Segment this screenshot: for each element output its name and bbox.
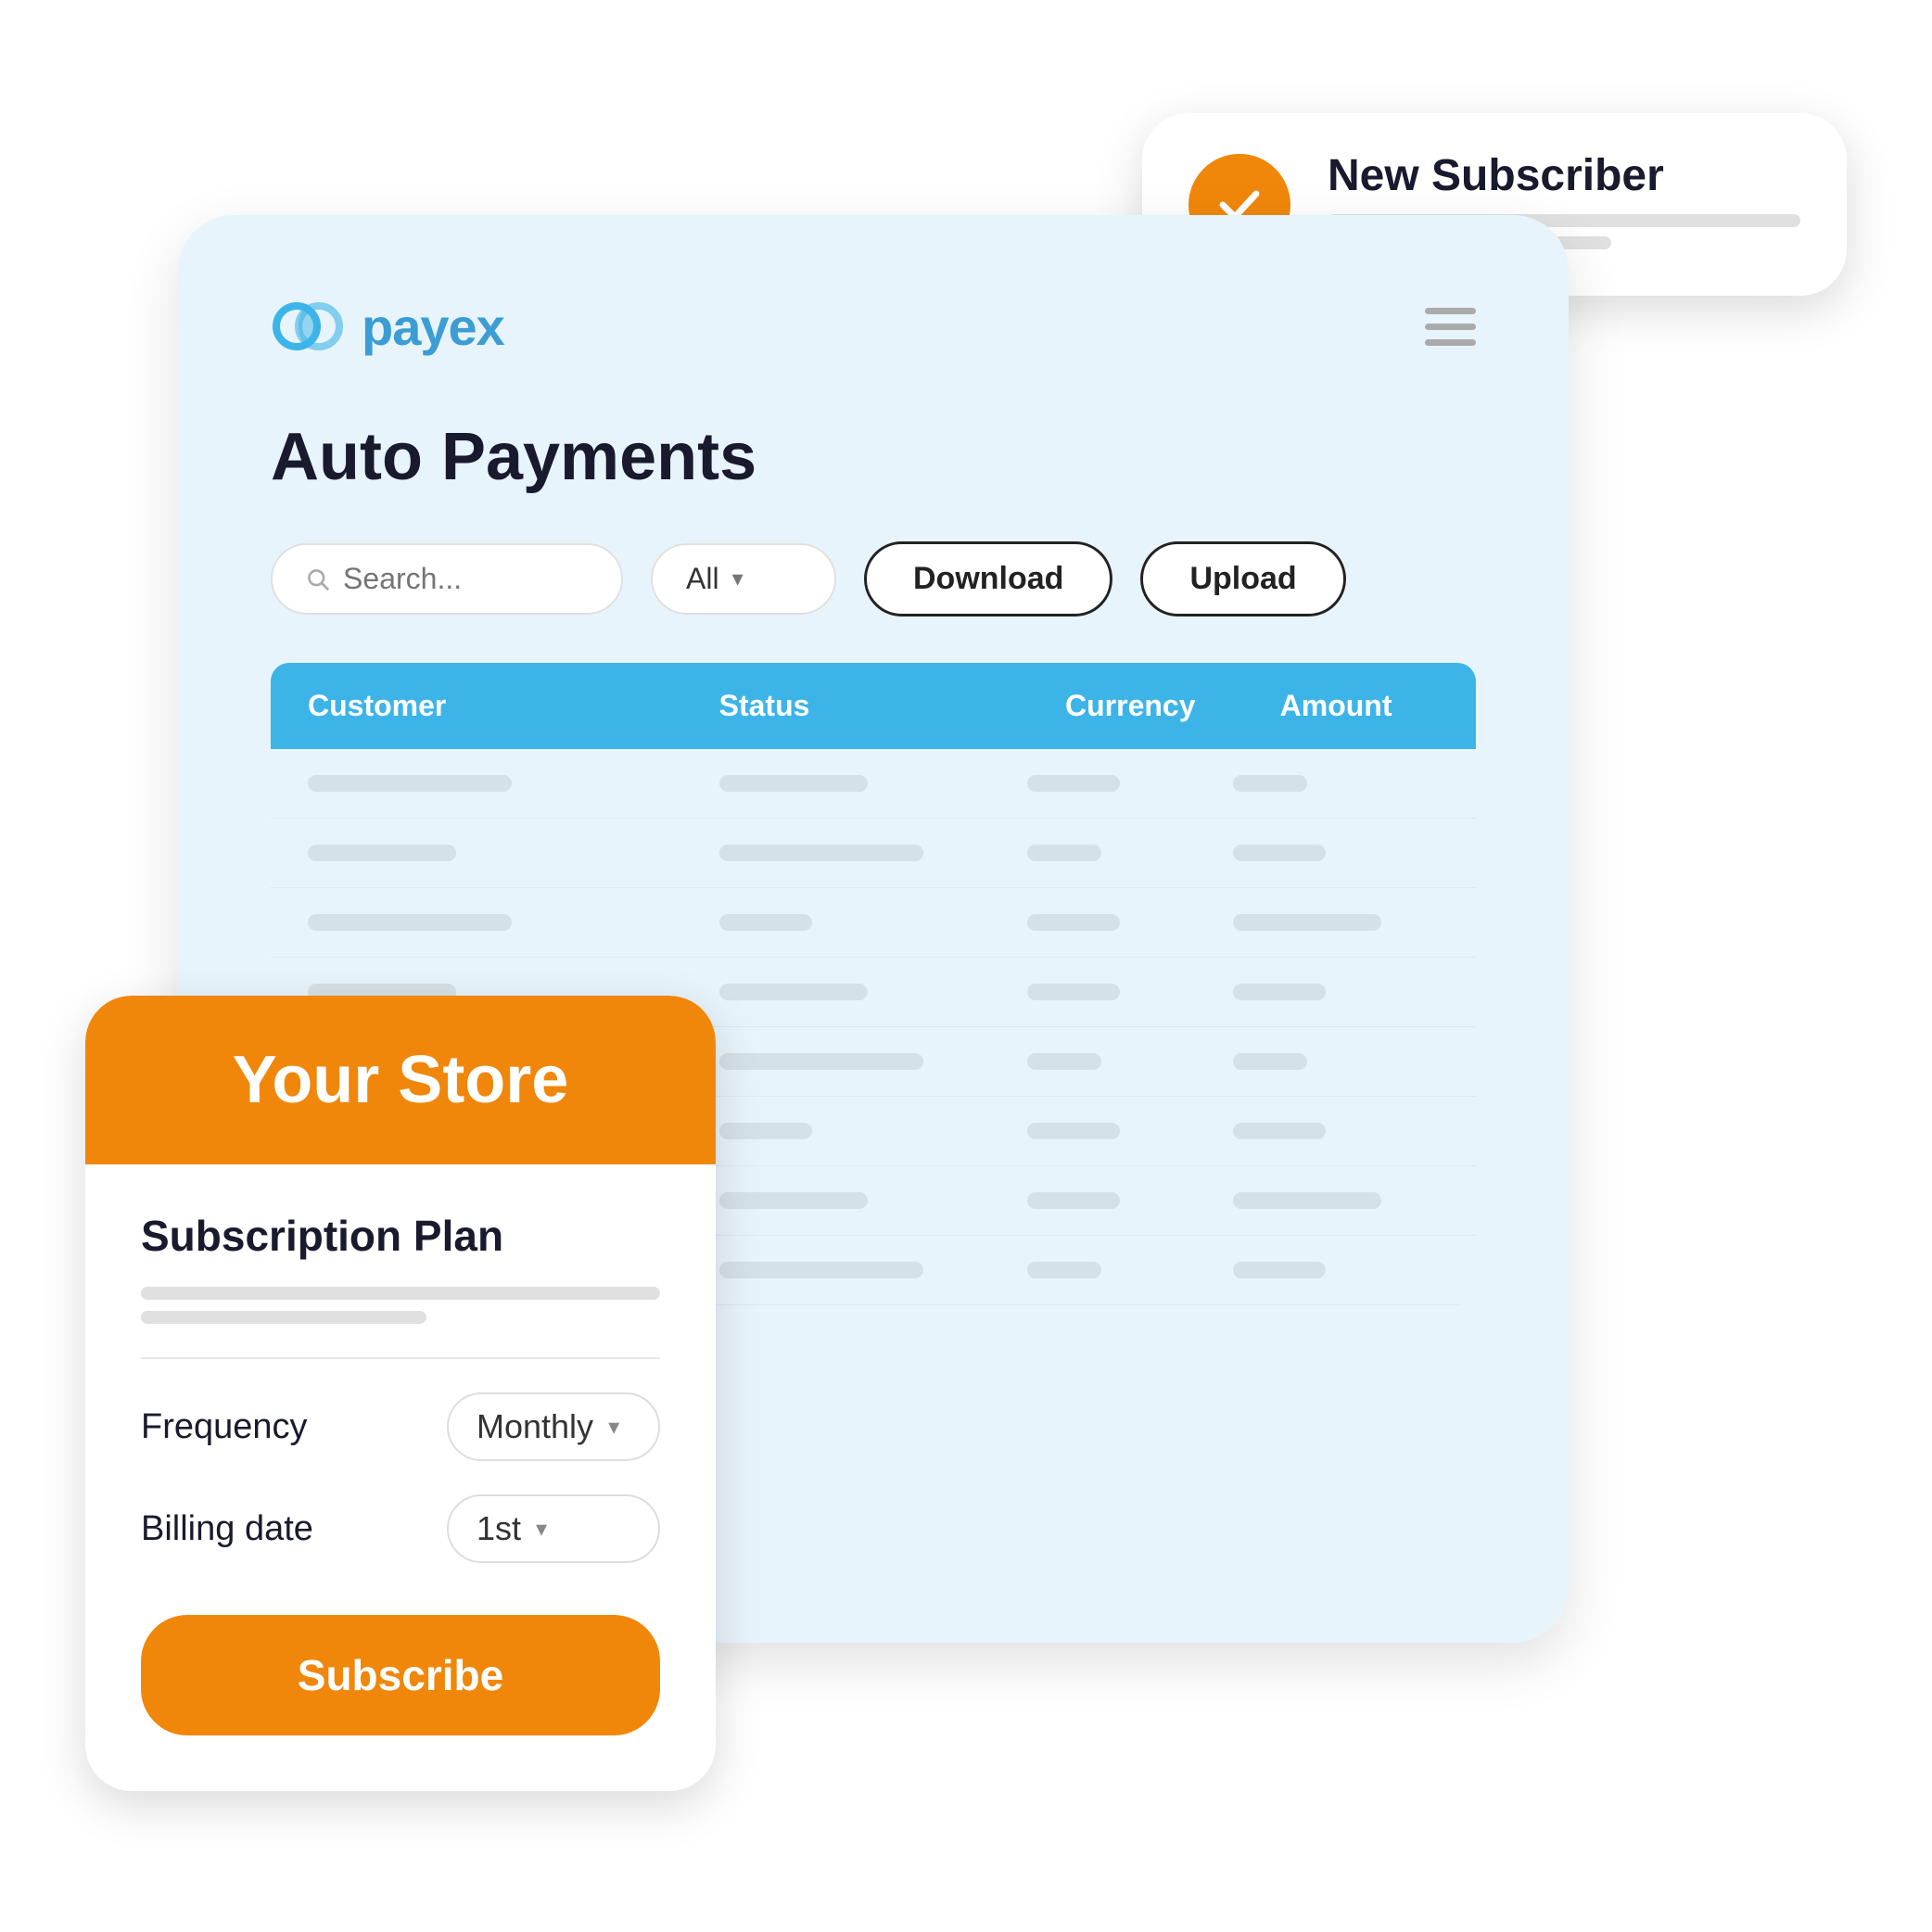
skeleton-line — [1027, 1192, 1120, 1209]
skeleton-line — [719, 775, 868, 792]
page-title: Auto Payments — [271, 419, 1476, 495]
frequency-label: Frequency — [141, 1407, 308, 1447]
search-input[interactable] — [343, 562, 588, 596]
table-row — [271, 819, 1476, 888]
table-cell — [719, 984, 1028, 1000]
download-button[interactable]: Download — [864, 541, 1112, 616]
skeleton-line — [1027, 1262, 1101, 1278]
toolbar: All ▾ Download Upload — [271, 541, 1476, 616]
table-cell — [1027, 984, 1233, 1000]
billing-date-label: Billing date — [141, 1509, 313, 1549]
table-cell — [1233, 1053, 1439, 1070]
billing-date-chevron-icon: ▾ — [536, 1516, 547, 1543]
menu-icon[interactable] — [1425, 308, 1476, 346]
table-cell — [1027, 1262, 1233, 1278]
table-cell — [1233, 984, 1439, 1000]
col-amount: Amount — [1233, 689, 1439, 723]
skeleton-line — [1027, 845, 1101, 861]
table-cell — [719, 914, 1028, 931]
skeleton-line — [1027, 1123, 1120, 1139]
frequency-select[interactable]: Monthly ▾ — [447, 1392, 660, 1461]
skeleton-line — [719, 1123, 812, 1139]
table-cell — [1027, 845, 1233, 861]
filter-select[interactable]: All ▾ — [651, 543, 836, 615]
subscription-plan-title: Subscription Plan — [141, 1211, 660, 1261]
search-icon — [306, 566, 330, 593]
divider — [141, 1357, 660, 1359]
skeleton-line — [719, 1262, 923, 1278]
frequency-row: Frequency Monthly ▾ — [141, 1392, 660, 1461]
table-cell — [1233, 775, 1439, 792]
col-customer: Customer — [308, 689, 719, 723]
skeleton-line — [1233, 1053, 1307, 1070]
table-cell — [1027, 1192, 1233, 1209]
table-header: Customer Status Currency Amount — [271, 663, 1476, 749]
store-card: Your Store Subscription Plan Frequency M… — [85, 996, 716, 1791]
table-row — [271, 749, 1476, 819]
plan-skeleton-2 — [141, 1311, 426, 1324]
table-cell — [719, 1192, 1028, 1209]
skeleton-line — [1027, 1053, 1101, 1070]
skeleton-line — [1027, 914, 1120, 931]
table-cell — [308, 845, 719, 861]
table-cell — [1027, 914, 1233, 931]
skeleton-line — [719, 984, 868, 1000]
skeleton-line — [308, 775, 512, 792]
skeleton-line — [1233, 1123, 1326, 1139]
table-cell — [1027, 1123, 1233, 1139]
table-cell — [719, 1053, 1028, 1070]
table-cell — [308, 775, 719, 792]
table-row — [271, 888, 1476, 958]
table-cell — [719, 1262, 1028, 1278]
frequency-chevron-icon: ▾ — [608, 1414, 619, 1441]
col-status: Status — [719, 689, 1028, 723]
dashboard-header: payex — [271, 289, 1476, 363]
skeleton-line — [308, 914, 512, 931]
table-cell — [1233, 845, 1439, 861]
store-title: Your Store — [141, 1042, 660, 1118]
skeleton-line — [1027, 984, 1120, 1000]
skeleton-line — [1027, 775, 1120, 792]
skeleton-line — [719, 914, 812, 931]
app-name: payex — [362, 297, 504, 357]
billing-date-select[interactable]: 1st ▾ — [447, 1494, 660, 1563]
table-cell — [719, 775, 1028, 792]
filter-chevron-icon: ▾ — [732, 566, 744, 592]
billing-date-row: Billing date 1st ▾ — [141, 1494, 660, 1563]
skeleton-line — [1233, 984, 1326, 1000]
payex-logo-icon — [271, 289, 345, 363]
skeleton-line — [719, 1192, 868, 1209]
skeleton-line — [1233, 914, 1381, 931]
table-cell — [719, 845, 1028, 861]
skeleton-line — [1233, 1192, 1381, 1209]
table-cell — [1027, 1053, 1233, 1070]
table-cell — [1027, 775, 1233, 792]
store-card-header: Your Store — [85, 996, 716, 1164]
skeleton-line — [1233, 775, 1307, 792]
subscribe-button[interactable]: Subscribe — [141, 1615, 660, 1735]
plan-skeleton-1 — [141, 1287, 660, 1300]
table-cell — [308, 914, 719, 931]
table-cell — [1233, 1192, 1439, 1209]
notification-title: New Subscriber — [1328, 150, 1800, 201]
table-cell — [1233, 1262, 1439, 1278]
search-wrapper[interactable] — [271, 543, 623, 615]
skeleton-line — [308, 845, 456, 861]
upload-button[interactable]: Upload — [1140, 541, 1345, 616]
col-currency: Currency — [1027, 689, 1233, 723]
skeleton-line — [1233, 845, 1326, 861]
table-cell — [1233, 1123, 1439, 1139]
skeleton-line — [1233, 1262, 1326, 1278]
skeleton-line — [719, 1053, 923, 1070]
logo-area: payex — [271, 289, 504, 363]
store-card-body: Subscription Plan Frequency Monthly ▾ Bi… — [85, 1164, 716, 1791]
table-cell — [719, 1123, 1028, 1139]
table-cell — [1233, 914, 1439, 931]
skeleton-line — [719, 845, 923, 861]
